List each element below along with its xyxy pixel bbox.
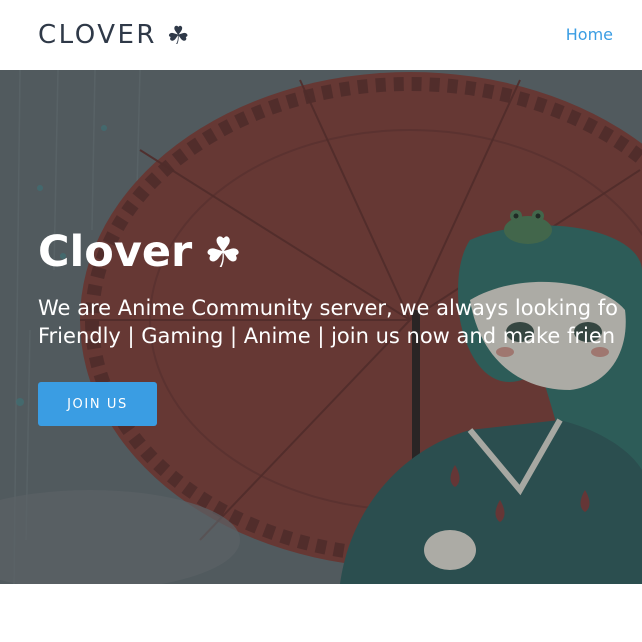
hero-section: Clover ☘ We are Anime Community server, … bbox=[0, 70, 642, 584]
join-us-button[interactable]: JOIN US bbox=[38, 382, 157, 426]
brand-logo-link[interactable]: CLOVER ☘ bbox=[38, 18, 189, 52]
nav-link-home[interactable]: Home bbox=[566, 25, 613, 44]
clover-icon: ☘ bbox=[204, 227, 242, 277]
clover-icon: ☘ bbox=[167, 20, 190, 50]
brand-name: CLOVER bbox=[38, 20, 157, 50]
hero-subtitle-line-1: We are Anime Community server, we always… bbox=[38, 296, 619, 320]
hero-title-text: Clover bbox=[38, 227, 193, 277]
navbar: CLOVER ☘ Home bbox=[0, 0, 642, 70]
hero-subtitle-line-2: Friendly | Gaming | Anime | join us now … bbox=[38, 324, 616, 348]
hero-title: Clover ☘ bbox=[38, 227, 242, 277]
hero-subtitle: We are Anime Community server, we always… bbox=[38, 294, 642, 350]
